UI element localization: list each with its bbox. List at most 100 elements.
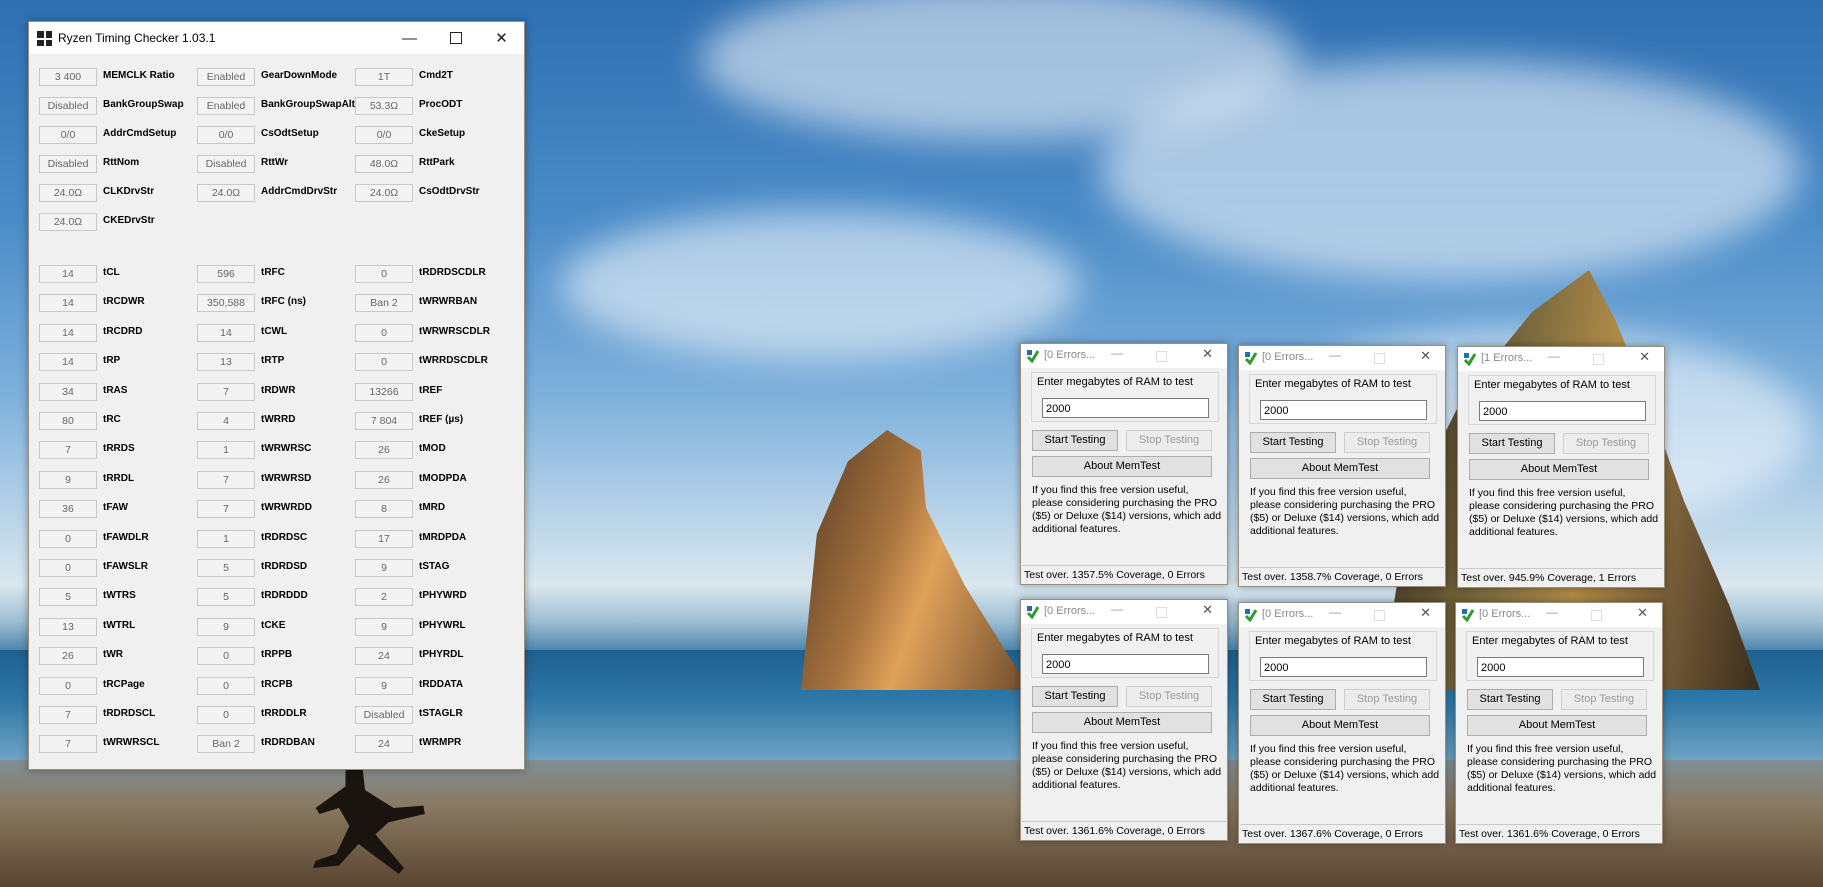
minimize-button[interactable]: — bbox=[1329, 605, 1341, 619]
timing-value-field[interactable]: 0 bbox=[355, 265, 413, 283]
timing-value-field[interactable]: Disabled bbox=[39, 155, 97, 173]
timing-value-field[interactable]: 9 bbox=[355, 617, 413, 636]
minimize-button[interactable]: — bbox=[1111, 346, 1123, 360]
window-titlebar[interactable]: [0 Errors... — ✕ bbox=[1239, 346, 1445, 370]
stop-testing-button[interactable]: Stop Testing bbox=[1344, 689, 1430, 710]
ram-megabytes-input[interactable]: 2000 bbox=[1042, 654, 1209, 674]
maximize-button[interactable] bbox=[433, 22, 478, 54]
maximize-button[interactable] bbox=[1156, 607, 1167, 618]
maximize-button[interactable] bbox=[1374, 610, 1385, 621]
timing-value-field[interactable]: 7 bbox=[197, 382, 255, 401]
timing-value-field[interactable]: Enabled bbox=[197, 68, 255, 86]
timing-value-field[interactable]: 13266 bbox=[355, 382, 413, 401]
timing-value-field[interactable]: Ban 2 bbox=[197, 735, 255, 754]
stop-testing-button[interactable]: Stop Testing bbox=[1563, 433, 1649, 454]
window-titlebar[interactable]: [0 Errors... — ✕ bbox=[1021, 344, 1227, 368]
about-memtest-button[interactable]: About MemTest bbox=[1469, 459, 1649, 480]
minimize-button[interactable]: — bbox=[1111, 602, 1123, 616]
start-testing-button[interactable]: Start Testing bbox=[1467, 689, 1553, 710]
timing-value-field[interactable]: 13 bbox=[39, 617, 97, 636]
about-memtest-button[interactable]: About MemTest bbox=[1250, 715, 1430, 736]
timing-value-field[interactable]: 7 bbox=[197, 500, 255, 519]
timing-value-field[interactable]: 36 bbox=[39, 500, 97, 519]
minimize-button[interactable]: — bbox=[1548, 349, 1560, 363]
timing-value-field[interactable]: 5 bbox=[197, 588, 255, 607]
timing-value-field[interactable]: 9 bbox=[355, 559, 413, 577]
timing-value-field[interactable]: 7 bbox=[39, 706, 97, 724]
ram-megabytes-input[interactable]: 2000 bbox=[1477, 657, 1644, 677]
maximize-button[interactable] bbox=[1591, 610, 1602, 621]
timing-value-field[interactable]: 26 bbox=[39, 647, 97, 666]
timing-value-field[interactable]: 5 bbox=[197, 559, 255, 577]
timing-value-field[interactable]: 350,588 bbox=[197, 294, 255, 313]
timing-value-field[interactable]: 0 bbox=[355, 323, 413, 342]
close-button[interactable]: ✕ bbox=[1639, 349, 1650, 365]
window-titlebar[interactable]: Ryzen Timing Checker 1.03.1 — ✕ bbox=[29, 22, 524, 54]
stop-testing-button[interactable]: Stop Testing bbox=[1561, 689, 1647, 710]
timing-value-field[interactable]: 24 bbox=[355, 647, 413, 666]
timing-value-field[interactable]: Ban 2 bbox=[355, 294, 413, 313]
ram-megabytes-input[interactable]: 2000 bbox=[1479, 401, 1646, 421]
timing-value-field[interactable]: 7 bbox=[39, 735, 97, 754]
minimize-button[interactable]: — bbox=[1329, 348, 1341, 362]
timing-value-field[interactable]: 1T bbox=[355, 68, 413, 86]
ram-megabytes-input[interactable]: 2000 bbox=[1260, 657, 1427, 677]
stop-testing-button[interactable]: Stop Testing bbox=[1126, 686, 1212, 707]
timing-value-field[interactable]: 24.0Ω bbox=[197, 184, 255, 202]
close-button[interactable]: ✕ bbox=[1637, 605, 1648, 621]
minimize-button[interactable]: — bbox=[387, 22, 432, 54]
timing-value-field[interactable]: 0 bbox=[197, 647, 255, 666]
timing-value-field[interactable]: 9 bbox=[39, 470, 97, 489]
timing-value-field[interactable]: 2 bbox=[355, 588, 413, 607]
timing-value-field[interactable]: 4 bbox=[197, 412, 255, 430]
timing-value-field[interactable]: 9 bbox=[355, 676, 413, 695]
ram-megabytes-input[interactable]: 2000 bbox=[1260, 400, 1427, 420]
maximize-button[interactable] bbox=[1593, 354, 1604, 365]
timing-value-field[interactable]: 1 bbox=[197, 441, 255, 460]
timing-value-field[interactable]: 596 bbox=[197, 265, 255, 283]
close-button[interactable]: ✕ bbox=[1202, 602, 1213, 618]
timing-value-field[interactable]: 8 bbox=[355, 500, 413, 519]
timing-value-field[interactable]: 1 bbox=[197, 529, 255, 548]
timing-value-field[interactable]: 80 bbox=[39, 412, 97, 430]
timing-value-field[interactable]: 0 bbox=[39, 676, 97, 695]
timing-value-field[interactable]: 14 bbox=[39, 323, 97, 342]
timing-value-field[interactable]: 26 bbox=[355, 470, 413, 489]
timing-value-field[interactable]: 14 bbox=[39, 353, 97, 372]
window-titlebar[interactable]: [0 Errors... — ✕ bbox=[1456, 603, 1662, 627]
about-memtest-button[interactable]: About MemTest bbox=[1032, 456, 1212, 477]
close-button[interactable]: ✕ bbox=[1202, 346, 1213, 362]
timing-value-field[interactable]: 3 400 bbox=[39, 68, 97, 86]
timing-value-field[interactable]: 7 bbox=[39, 441, 97, 460]
timing-value-field[interactable]: 14 bbox=[197, 323, 255, 342]
timing-value-field[interactable]: 14 bbox=[39, 294, 97, 313]
about-memtest-button[interactable]: About MemTest bbox=[1250, 458, 1430, 479]
window-titlebar[interactable]: [1 Errors... — ✕ bbox=[1458, 347, 1664, 371]
timing-value-field[interactable]: Disabled bbox=[355, 706, 413, 724]
timing-value-field[interactable]: 0 bbox=[197, 706, 255, 724]
ram-megabytes-input[interactable]: 2000 bbox=[1042, 398, 1209, 418]
timing-value-field[interactable]: 7 804 bbox=[355, 412, 413, 430]
timing-value-field[interactable]: Enabled bbox=[197, 97, 255, 115]
window-titlebar[interactable]: [0 Errors... — ✕ bbox=[1239, 603, 1445, 627]
close-button[interactable]: ✕ bbox=[1420, 605, 1431, 621]
timing-value-field[interactable]: 5 bbox=[39, 588, 97, 607]
close-button[interactable]: ✕ bbox=[479, 22, 524, 54]
timing-value-field[interactable]: 13 bbox=[197, 353, 255, 372]
timing-value-field[interactable]: 53.3Ω bbox=[355, 97, 413, 115]
about-memtest-button[interactable]: About MemTest bbox=[1467, 715, 1647, 736]
timing-value-field[interactable]: 0 bbox=[39, 559, 97, 577]
timing-value-field[interactable]: 48.0Ω bbox=[355, 155, 413, 173]
timing-value-field[interactable]: 0/0 bbox=[39, 126, 97, 144]
start-testing-button[interactable]: Start Testing bbox=[1469, 433, 1555, 454]
timing-value-field[interactable]: 0/0 bbox=[197, 126, 255, 144]
stop-testing-button[interactable]: Stop Testing bbox=[1344, 432, 1430, 453]
stop-testing-button[interactable]: Stop Testing bbox=[1126, 430, 1212, 451]
start-testing-button[interactable]: Start Testing bbox=[1032, 686, 1118, 707]
timing-value-field[interactable]: 34 bbox=[39, 382, 97, 401]
timing-value-field[interactable]: 7 bbox=[197, 470, 255, 489]
timing-value-field[interactable]: 0/0 bbox=[355, 126, 413, 144]
start-testing-button[interactable]: Start Testing bbox=[1250, 689, 1336, 710]
about-memtest-button[interactable]: About MemTest bbox=[1032, 712, 1212, 733]
timing-value-field[interactable]: 0 bbox=[197, 676, 255, 695]
